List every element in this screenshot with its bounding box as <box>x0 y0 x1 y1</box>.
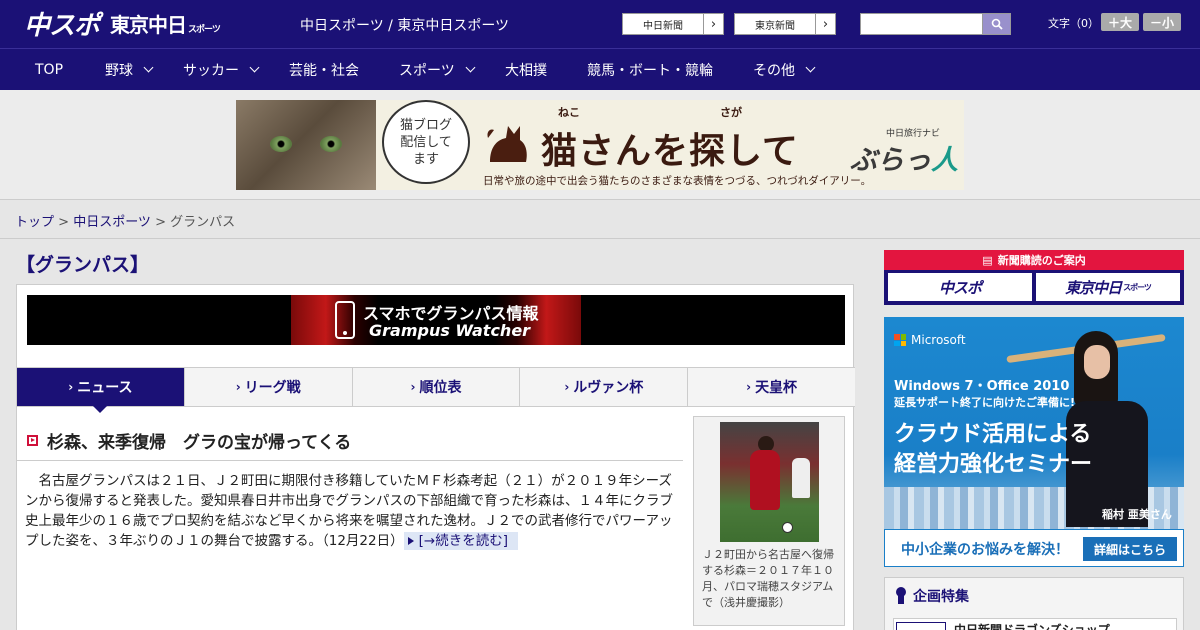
chevron-right-icon: › <box>68 380 74 394</box>
nav-item-soccer[interactable]: サッカー <box>183 49 260 90</box>
nav-item-sports[interactable]: スポーツ <box>399 49 476 90</box>
tab-emperors-cup[interactable]: › 天皇杯 <box>688 368 855 406</box>
banner-headline: 猫さんを探して <box>541 130 799 172</box>
chevron-right-icon: › <box>815 14 835 34</box>
divider <box>0 238 1200 239</box>
chevron-right-icon: › <box>746 380 752 394</box>
burattabi-logo: ぶらっ人 <box>850 145 958 176</box>
tokyo-chunichi-logo[interactable]: 東京中日 スポーツ <box>110 7 221 39</box>
newspaper-icon: ▤ <box>982 253 993 267</box>
speech-bubble: 猫ブログ配信してます <box>382 100 470 184</box>
divider <box>17 460 683 461</box>
subscribe-chuspo-button[interactable]: 中スポ <box>888 273 1032 301</box>
smartphone-icon <box>335 301 355 339</box>
nav-item-top[interactable]: TOP <box>35 49 63 90</box>
article-body: 名古屋グランパスは２１日、Ｊ２町田に期限付き移籍していたＭＦ杉森考起（２１）が２… <box>25 473 673 550</box>
banner-subline: 日常や旅の途中で出会う猫たちのさまざまな表情をつづる、つれづれダイアリー。 <box>483 175 872 187</box>
chevron-right-icon: › <box>235 380 241 394</box>
font-bigger-button[interactable]: ＋大 <box>1101 13 1139 31</box>
chevron-down-icon <box>249 62 260 73</box>
nav-item-entertainment[interactable]: 芸能・社会 <box>289 49 359 90</box>
article-title[interactable]: 杉森、来季復帰 グラの宝が帰ってくる <box>27 428 351 453</box>
ad-banner-area: 猫ブログ配信してます ねこ さが 猫さんを探して 日常や旅の途中で出会う猫たちの… <box>0 90 1200 200</box>
site-title: 中日スポーツ / 東京中日スポーツ <box>300 18 510 34</box>
subscribe-tokyo-chunichi-button[interactable]: 東京中日 スポーツ <box>1036 273 1180 301</box>
tab-standings[interactable]: › 順位表 <box>352 368 521 406</box>
nav-item-racing[interactable]: 競馬・ボート・競輪 <box>587 49 713 90</box>
microsoft-ad[interactable]: Microsoft Windows 7・Office 2010 延長サポート終了… <box>884 317 1184 567</box>
nav-item-other[interactable]: その他 <box>753 49 816 90</box>
subscription-heading: ▤ 新聞購読のご案内 <box>884 250 1184 270</box>
page-title: 【グランパス】 <box>16 254 150 276</box>
ribbon-icon <box>895 587 907 605</box>
chevron-down-icon <box>805 62 816 73</box>
cat-blog-banner[interactable]: 猫ブログ配信してます ねこ さが 猫さんを探して 日常や旅の途中で出会う猫たちの… <box>236 100 964 190</box>
feature-box: 企画特集 中日新聞ドラゴンズショップ <box>884 577 1184 630</box>
chevron-right-icon: › <box>703 14 723 34</box>
tab-news[interactable]: › ニュース <box>17 368 185 413</box>
font-size-label: 文字（0） <box>1048 17 1099 30</box>
photo-caption: Ｊ２町田から名古屋へ復帰する杉森＝２０１７年１０月、パロマ瑞穂スタジアムで（浅井… <box>702 548 834 609</box>
microsoft-logo: Microsoft <box>894 333 966 347</box>
breadcrumb: トップ > 中日スポーツ > グランパス <box>15 215 236 230</box>
tab-league[interactable]: › リーグ戦 <box>184 368 353 406</box>
article-date: （12月22日） <box>322 533 404 549</box>
feature-heading: 企画特集 <box>895 586 969 606</box>
nav-item-sumo[interactable]: 大相撲 <box>505 49 547 90</box>
read-more-link[interactable]: [→続きを読む] <box>403 532 518 550</box>
chevron-down-icon <box>465 62 476 73</box>
tab-levain-cup[interactable]: › ルヴァン杯 <box>520 368 689 406</box>
cat-photo <box>236 100 376 190</box>
chevron-right-icon: › <box>564 380 570 394</box>
header-bar: 中スポ 東京中日 スポーツ 中日スポーツ / 東京中日スポーツ 中日新聞 › 東京… <box>0 0 1200 48</box>
breadcrumb-current: グランパス <box>170 215 236 230</box>
nav-item-baseball[interactable]: 野球 <box>105 49 154 90</box>
search-icon <box>991 18 1003 30</box>
main-nav: TOP 野球 サッカー 芸能・社会 スポーツ 大相撲 競馬・ボート・競輪 その他 <box>0 48 1200 90</box>
search-button[interactable] <box>982 13 1011 35</box>
bullet-icon <box>27 435 38 446</box>
subscription-box: ▤ 新聞購読のご案内 中スポ 東京中日 スポーツ <box>884 250 1184 305</box>
chevron-right-icon: › <box>410 380 416 394</box>
chuspo-logo[interactable]: 中スポ <box>24 7 100 41</box>
search-input[interactable] <box>860 13 982 35</box>
tokyo-shimbun-link[interactable]: 東京新聞 › <box>734 13 836 35</box>
font-smaller-button[interactable]: －小 <box>1143 13 1181 31</box>
ad-details-button[interactable]: 詳細はこちら <box>1083 537 1177 561</box>
feature-item[interactable]: 中日新聞ドラゴンズショップ <box>893 618 1177 630</box>
cat-silhouette-icon <box>487 126 527 162</box>
chunichi-shimbun-link[interactable]: 中日新聞 › <box>622 13 724 35</box>
main-content: スマホでグランパス情報 Grampus Watcher › ニュース › リーグ戦 … <box>16 284 855 630</box>
article-photo-box: Ｊ２町田から名古屋へ復帰する杉森＝２０１７年１０月、パロマ瑞穂スタジアムで（浅井… <box>693 416 845 626</box>
tab-bar: › ニュース › リーグ戦 › 順位表 › ルヴァン杯 › 天皇杯 <box>17 367 855 413</box>
breadcrumb-top[interactable]: トップ <box>15 215 54 230</box>
article-photo[interactable] <box>720 422 819 542</box>
chevron-down-icon <box>143 62 154 73</box>
breadcrumb-chunichi-sports[interactable]: 中日スポーツ <box>73 215 151 230</box>
grampus-watcher-banner[interactable]: スマホでグランパス情報 Grampus Watcher <box>27 295 845 345</box>
